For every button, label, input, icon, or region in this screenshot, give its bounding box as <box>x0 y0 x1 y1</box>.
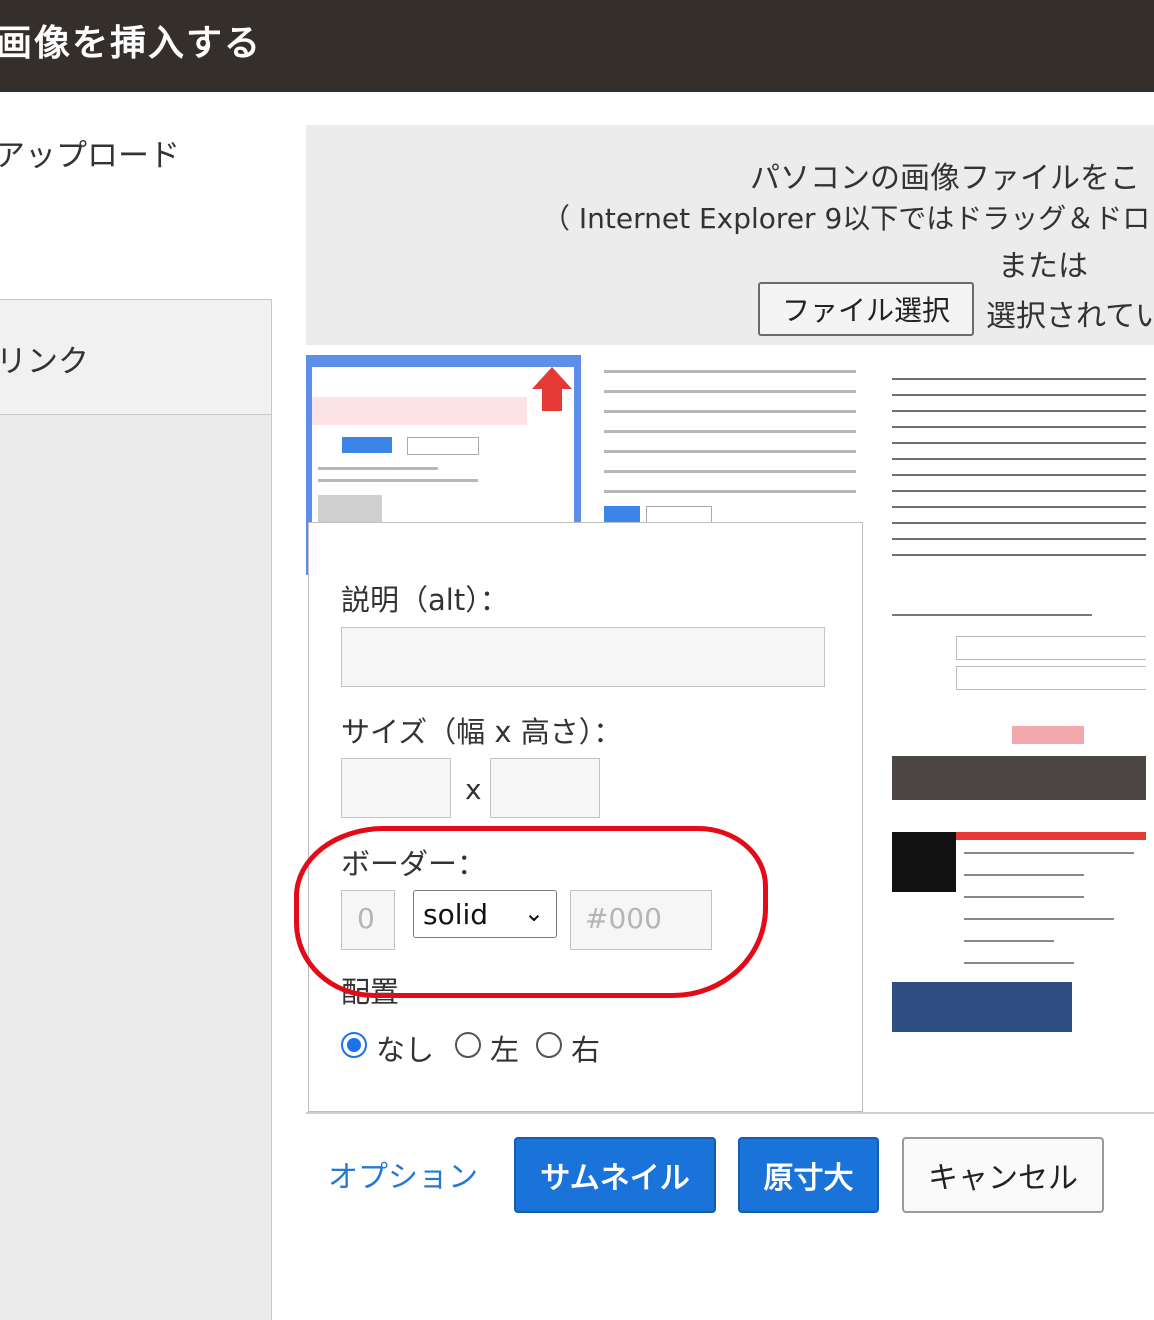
drop-or-text: または <box>998 249 1088 284</box>
border-label: ボーダー： <box>341 847 487 881</box>
align-none-label: なし <box>376 1033 435 1067</box>
size-separator: x <box>465 773 482 806</box>
border-color-placeholder: #000 <box>585 902 662 935</box>
border-style-select[interactable]: solid ⌄ <box>413 890 557 938</box>
align-label: 配置 <box>341 975 400 1009</box>
dialog-titlebar: 画像を挿入する <box>0 0 1154 92</box>
original-size-button[interactable]: 原寸大 <box>738 1137 879 1213</box>
sidebar-empty-area <box>0 415 272 1320</box>
width-input[interactable] <box>341 758 451 818</box>
drop-instruction: パソコンの画像ファイルをこ <box>750 161 1140 196</box>
align-left-radio[interactable] <box>455 1032 481 1058</box>
chevron-down-icon: ⌄ <box>523 899 544 927</box>
border-color-input[interactable]: #000 <box>570 890 712 950</box>
alt-input[interactable] <box>341 627 825 687</box>
image-thumbnail[interactable] <box>600 360 860 530</box>
file-drop-zone[interactable]: パソコンの画像ファイルをこ （ Internet Explorer 9以下ではド… <box>306 125 1154 345</box>
alt-label: 説明（alt）： <box>341 583 509 617</box>
size-label: サイズ（幅 x 高さ）： <box>341 715 623 749</box>
border-width-input[interactable]: 0 <box>341 890 395 950</box>
thumbnail-button[interactable]: サムネイル <box>514 1137 716 1213</box>
align-none-radio[interactable] <box>341 1032 367 1058</box>
border-width-placeholder: 0 <box>357 902 375 935</box>
image-thumbnail[interactable] <box>892 832 1146 1032</box>
sidebar-item-link[interactable]: リンク <box>0 299 272 415</box>
sidebar: アップロード リンク <box>0 92 274 1320</box>
dialog-title: 画像を挿入する <box>0 23 263 64</box>
border-style-value: solid <box>423 898 489 931</box>
options-link[interactable]: オプション <box>328 1152 478 1196</box>
footer-divider <box>306 1112 1154 1114</box>
choose-file-button[interactable]: ファイル選択 <box>758 282 974 336</box>
align-left-label: 左 <box>490 1033 520 1067</box>
align-right-label: 右 <box>571 1033 601 1067</box>
sidebar-item-label: リンク <box>0 344 89 380</box>
drop-browser-note: （ Internet Explorer 9以下ではドラッグ＆ドロ <box>542 202 1151 235</box>
cancel-button[interactable]: キャンセル <box>902 1137 1104 1213</box>
height-input[interactable] <box>490 758 600 818</box>
image-thumbnail[interactable] <box>892 370 1146 800</box>
image-options-panel: 説明（alt）： サイズ（幅 x 高さ）： x ボーダー： 0 solid ⌄ … <box>308 522 863 1112</box>
align-right-radio[interactable] <box>536 1032 562 1058</box>
sidebar-item-upload[interactable]: アップロード <box>0 130 180 175</box>
file-status-text: 選択されてい <box>986 299 1154 334</box>
